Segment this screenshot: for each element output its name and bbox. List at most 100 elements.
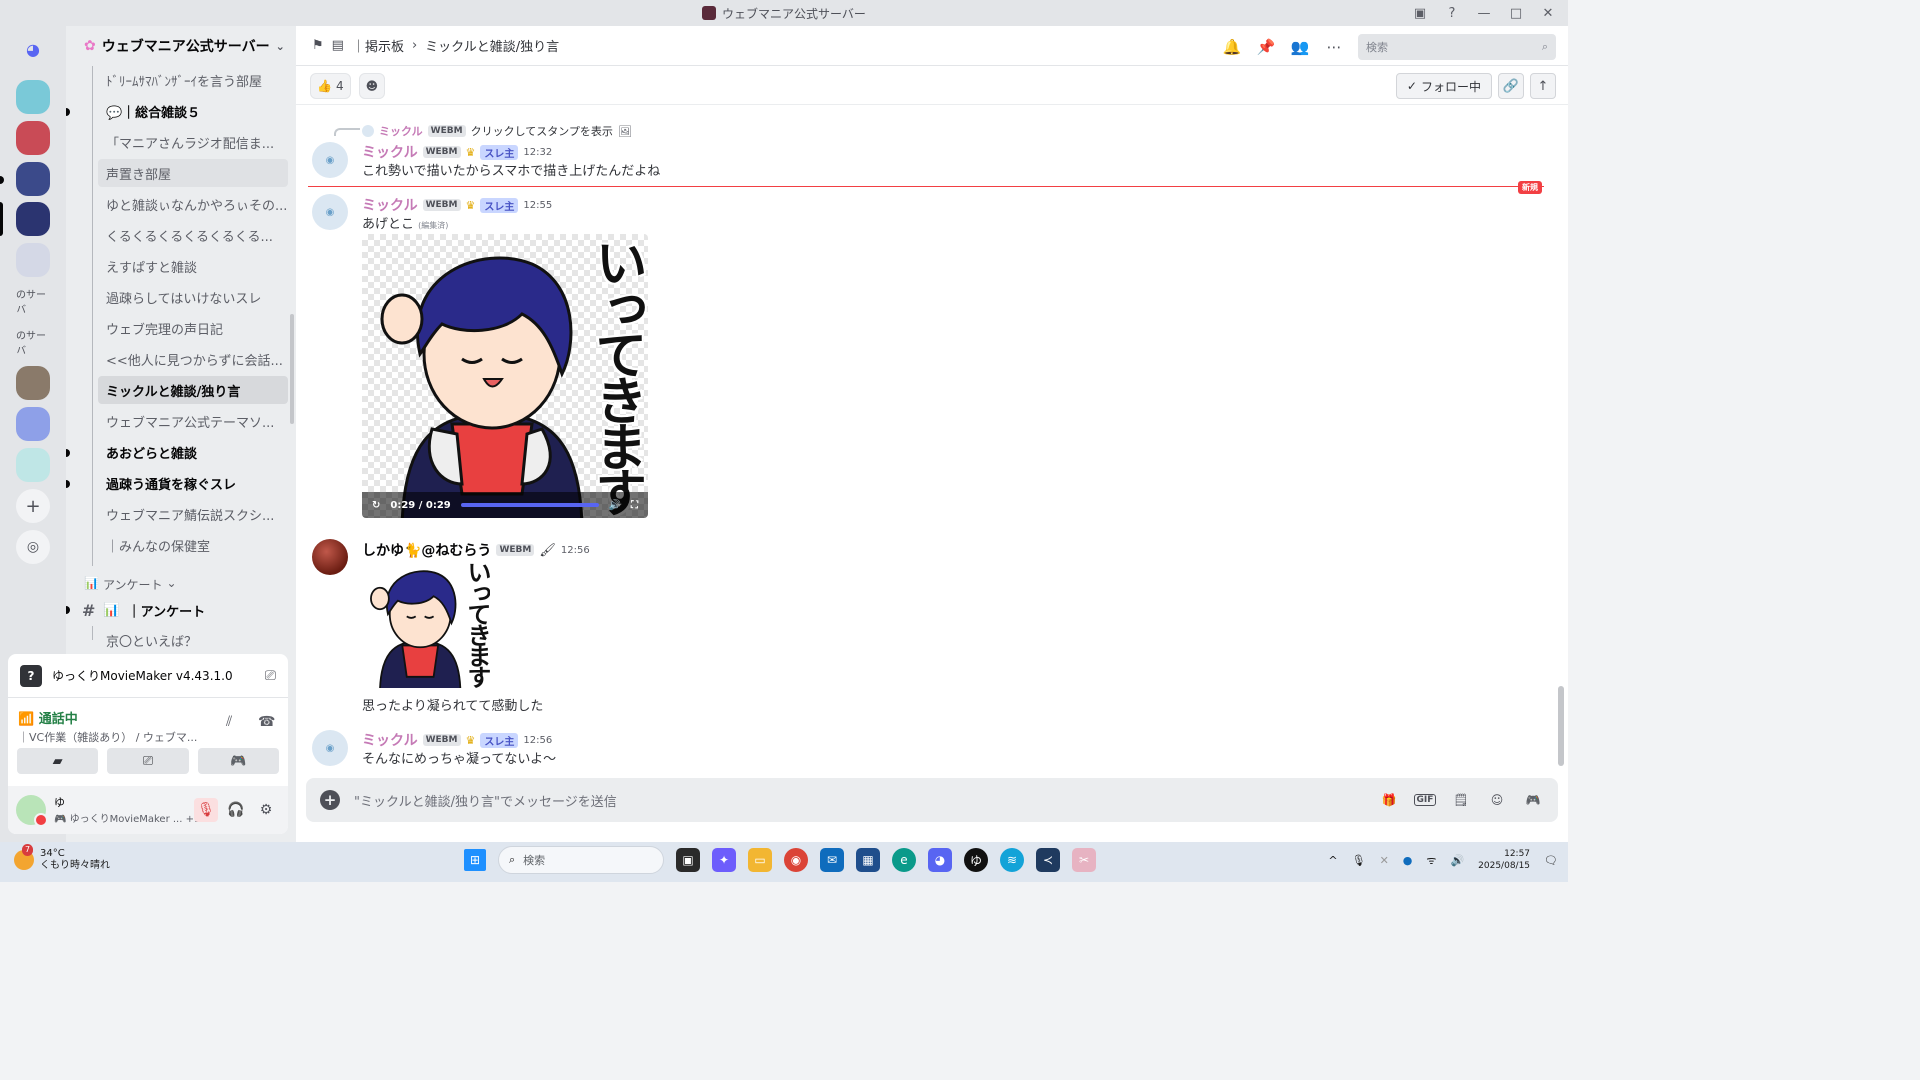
server-icon-webmania[interactable] (16, 202, 50, 236)
message-username[interactable]: ミックル (362, 195, 418, 215)
category-header[interactable]: 📊 アンケート ⌄ (84, 576, 177, 593)
add-attachment-icon[interactable]: + (320, 790, 340, 810)
video-progress[interactable] (460, 503, 599, 507)
avatar[interactable]: ◉ (312, 194, 348, 230)
reply-preview[interactable]: ミックル WEBM クリックしてスタンプを表示 🖼 (362, 123, 632, 139)
clock[interactable]: 12:57 2025/08/15 (1478, 848, 1530, 872)
emoji-icon[interactable]: ☺ (1486, 793, 1508, 807)
minimize-button[interactable]: — (1470, 0, 1498, 26)
voice-location[interactable]: ｜VC作業（雑談あり） / ウェブマ... (18, 729, 218, 745)
bell-icon[interactable]: 🔔 (1222, 38, 1242, 56)
more-icon[interactable]: ⋯ (1324, 38, 1344, 56)
server-folder-2[interactable]: のサーバ (16, 325, 50, 359)
channel-item[interactable]: 💬｜総合雑談５ (98, 97, 288, 125)
discord-home-icon[interactable]: ◕ (16, 32, 50, 66)
sticker-image[interactable]: いってきます (362, 560, 490, 688)
add-server-icon[interactable]: + (16, 489, 50, 523)
add-reaction-button[interactable]: ☻ (358, 72, 386, 99)
screen-share-icon[interactable]: ⎚ (265, 668, 276, 684)
volume-icon[interactable]: 🔊 (1450, 854, 1464, 867)
server-icon-5[interactable] (16, 366, 50, 400)
channel-item-selected[interactable]: ミックルと雑談/独り言 (98, 376, 288, 404)
arrow-up-icon[interactable]: ↑ (1530, 73, 1556, 99)
screen-share-button[interactable]: ⎚ (107, 748, 189, 774)
settings-gear-icon[interactable]: ⚙ (254, 798, 278, 822)
search-input[interactable]: 検索 ⌕ (1358, 34, 1556, 60)
edge-icon[interactable]: e (892, 848, 916, 872)
channel-item[interactable]: 声置き部屋 (98, 159, 288, 187)
start-icon[interactable]: ⊞ (464, 849, 486, 871)
gif-icon[interactable]: GIF (1414, 794, 1436, 806)
camera-off-button[interactable]: ▰ (17, 748, 99, 774)
message-username[interactable]: しかゆ🐈@ねむらう (362, 540, 491, 560)
message-username[interactable]: ミックル (362, 142, 418, 162)
fullscreen-icon[interactable]: ⛶ (631, 500, 638, 511)
chevron-up-icon[interactable]: ^ (1328, 854, 1337, 867)
avatar[interactable] (16, 795, 48, 827)
channel-poll[interactable]: # 📊 ｜アンケート (82, 596, 205, 624)
ymm-icon[interactable]: ゆ (964, 848, 988, 872)
avatar[interactable]: ◉ (312, 730, 348, 766)
microphone-icon[interactable]: 🎙 (1352, 854, 1366, 867)
discord-taskbar-icon[interactable]: ◕ (928, 848, 952, 872)
snipping-tool-icon[interactable]: ✂ (1072, 848, 1096, 872)
replay-icon[interactable]: ↻ (372, 500, 380, 511)
message-input[interactable]: "ミックルと雑談/独り言"でメッセージを送信 (354, 791, 1364, 810)
store-icon[interactable]: ▦ (856, 848, 880, 872)
members-icon[interactable]: 👥 (1290, 38, 1310, 56)
channel-item[interactable]: ウェブマニア鯖伝説スクシ... (98, 500, 288, 528)
avatar[interactable]: ◉ (312, 142, 348, 178)
maximize-button[interactable]: □ (1502, 0, 1530, 26)
channel-item[interactable]: 過疎らしてはいけないスレ (98, 283, 288, 311)
chrome-icon[interactable]: ◉ (784, 848, 808, 872)
channel-item[interactable]: <<他人に見つからずに会話... (98, 345, 288, 373)
discover-icon[interactable]: ◎ (16, 530, 50, 564)
inbox-icon[interactable]: ▣ (1406, 0, 1434, 26)
taskbar-search[interactable]: ⌕ 検索 (498, 846, 664, 874)
vscode-icon[interactable]: ≺ (1036, 848, 1060, 872)
help-icon[interactable]: ? (1438, 0, 1466, 26)
follow-button[interactable]: ✓ フォロー中 (1395, 73, 1492, 99)
activity-button[interactable]: 🎮 (197, 748, 279, 774)
channel-item[interactable]: ゆと雑談ぃなんかやろぃその... (98, 190, 288, 218)
server-icon-4[interactable] (16, 243, 50, 277)
close-button[interactable]: ✕ (1534, 0, 1562, 26)
link-icon[interactable]: 🔗 (1498, 73, 1524, 99)
weather-widget[interactable]: 7 34°C くもり時々晴れ (14, 844, 110, 872)
wifi-icon[interactable]: ᯤ (1426, 853, 1436, 868)
onedrive-icon[interactable]: ● (1403, 854, 1413, 867)
mute-icon[interactable]: 🎙 (194, 798, 218, 822)
volume-icon[interactable]: 🔊 (609, 500, 621, 511)
notification-icon[interactable]: 🗨 (1544, 854, 1558, 867)
channel-item[interactable]: ウェブマニア公式テーマソ... (98, 407, 288, 435)
breadcrumb-forum[interactable]: ｜掲示板 (352, 36, 404, 55)
thread-item[interactable]: 京〇といえば？ (98, 626, 288, 654)
noise-suppression-icon[interactable]: ⫽ (226, 714, 232, 730)
channel-item[interactable]: えすぱすと雑談 (98, 252, 288, 280)
message-scrollbar[interactable] (1558, 686, 1564, 766)
close-icon[interactable]: ✕ (1380, 854, 1389, 867)
message-username[interactable]: ミックル (362, 730, 418, 750)
task-view-icon[interactable]: ▣ (676, 848, 700, 872)
avatar[interactable] (312, 539, 348, 575)
copilot-icon[interactable]: ✦ (712, 848, 736, 872)
server-icon-6[interactable] (16, 407, 50, 441)
server-icon-2[interactable] (16, 121, 50, 155)
headphones-icon[interactable]: 🎧 (224, 798, 248, 822)
channel-item[interactable]: ｜みんなの保健室 (98, 531, 288, 559)
disconnect-icon[interactable]: ☎ (258, 714, 275, 730)
server-icon-3[interactable] (16, 162, 50, 196)
channel-item[interactable]: 「マニアさんラジオ配信ま... (98, 128, 288, 156)
app-icon[interactable]: ≋ (1000, 848, 1024, 872)
apps-icon[interactable]: 🎮 (1522, 793, 1544, 807)
channel-item[interactable]: ﾄﾞﾘｰﾑｻﾏﾊﾞﾝｻﾞｰｲを言う部屋 (98, 66, 288, 94)
pin-icon[interactable]: 📌 (1256, 38, 1276, 56)
sticker-icon[interactable]: 🗒 (1450, 793, 1472, 807)
video-attachment[interactable]: いってきます ↻ 0:29 / 0:29 🔊 ⛶ (362, 234, 648, 518)
server-header[interactable]: ✿ ウェブマニア公式サーバー ⌄ (66, 26, 296, 66)
channel-scrollbar[interactable] (290, 314, 294, 424)
server-folder-1[interactable]: のサーバ (16, 284, 50, 318)
mail-icon[interactable]: ✉ (820, 848, 844, 872)
channel-item[interactable]: あおどらと雑談 (98, 438, 288, 466)
reaction-thumbs-up[interactable]: 👍 4 (310, 72, 351, 99)
